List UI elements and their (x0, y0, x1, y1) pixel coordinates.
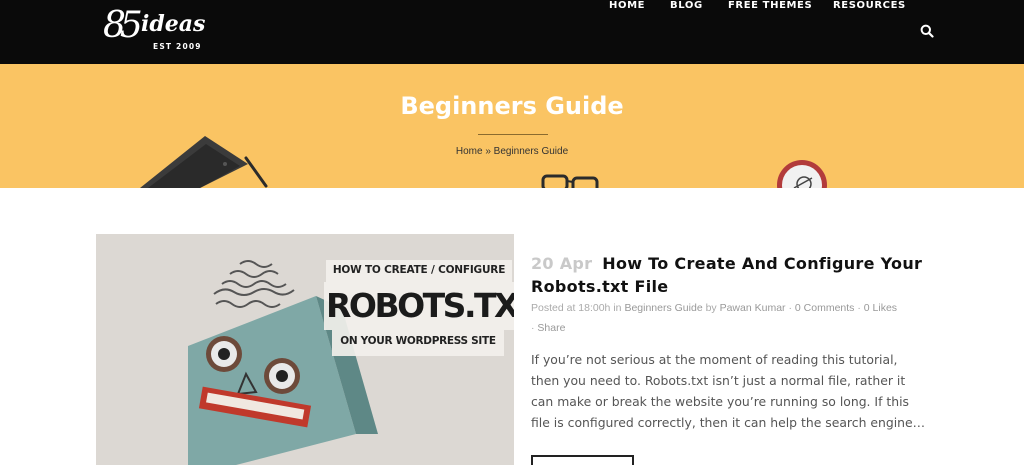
breadcrumb-separator: » (485, 146, 491, 157)
post-date: 20 Apr (531, 254, 593, 273)
meta-in: in (613, 302, 622, 314)
meta-posted-at: Posted at 18:00h (531, 302, 611, 314)
meta-dot: · (788, 302, 792, 314)
meta-dot: · (857, 302, 861, 314)
nav-resources[interactable]: RESOURCES (833, 0, 906, 11)
nav-home[interactable]: HOME (609, 0, 645, 11)
thumb-line2: ROBOTS.TXT (326, 286, 514, 325)
meta-by: by (705, 302, 717, 314)
post-thumbnail[interactable]: HOW TO CREATE / CONFIGURE ROBOTS.TXT ON … (96, 234, 514, 465)
post-title: 20 Apr How To Create And Configure Your … (531, 252, 951, 298)
nav-free-themes[interactable]: FREE THEMES (728, 0, 812, 11)
meta-author-link[interactable]: Pawan Kumar (720, 302, 786, 314)
tablet-icon (140, 136, 268, 188)
thumb-line1: HOW TO CREATE / CONFIGURE (332, 264, 506, 276)
search-icon[interactable] (920, 24, 934, 38)
post-excerpt: If you’re not serious at the moment of r… (531, 352, 926, 430)
meta-dot: · (531, 322, 535, 334)
glasses-icon (541, 174, 599, 188)
logo-word: ideas (141, 11, 206, 37)
page-hero: Beginners Guide Home » Beginners Guide (0, 64, 1024, 188)
meta-likes-label[interactable]: Likes (873, 302, 898, 314)
page-title: Beginners Guide (400, 92, 624, 120)
read-more-button[interactable] (531, 455, 634, 465)
meta-share-link[interactable]: Share (537, 322, 565, 334)
meta-likes-count[interactable]: 0 (864, 302, 870, 314)
thumb-line3: ON YOUR WORDPRESS SITE (340, 335, 496, 347)
post-meta: Posted at 18:00h in Beginners Guide by P… (531, 298, 941, 338)
breadcrumb-home[interactable]: Home (456, 146, 483, 157)
site-header: 85 ideas EST 2009 HOME BLOG FREE THEMES … (0, 0, 1024, 64)
hero-illustration (140, 136, 827, 188)
logo-number: 85 (103, 5, 143, 46)
breadcrumb-current: Beginners Guide (493, 146, 569, 157)
meta-category-link[interactable]: Beginners Guide (624, 302, 702, 314)
title-divider (478, 134, 548, 135)
compass-icon (777, 160, 827, 188)
site-logo[interactable]: 85 ideas EST 2009 (103, 6, 213, 58)
meta-comments-link[interactable]: 0 Comments (795, 302, 855, 314)
breadcrumb: Home » Beginners Guide (0, 146, 1024, 157)
nav-blog[interactable]: BLOG (670, 0, 703, 11)
logo-est: EST 2009 (153, 42, 202, 51)
